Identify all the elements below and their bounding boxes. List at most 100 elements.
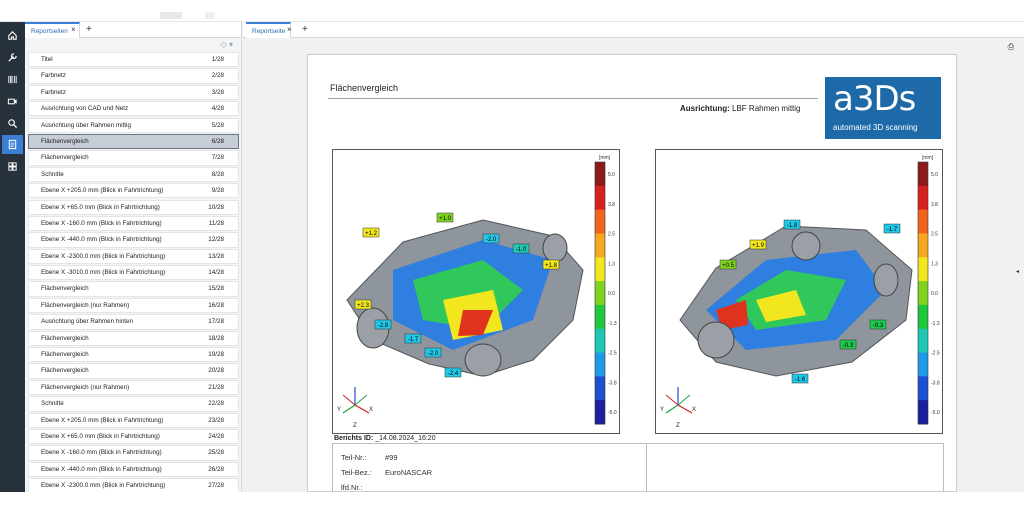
page-list-item[interactable]: Flächenvergleich 7/28 xyxy=(28,150,239,166)
colorbar-segment xyxy=(918,328,928,354)
camera-icon[interactable] xyxy=(2,92,23,111)
page-list-item[interactable]: Flächenvergleich 6/28 xyxy=(28,133,239,150)
report-id-value: _14.08.2024_16:20 xyxy=(375,435,436,442)
page-list-item[interactable]: Flächenvergleich 15/28 xyxy=(28,281,239,297)
page-list-item[interactable]: Ebene X +205.0 mm (Blick in Fahrtrichtun… xyxy=(28,412,239,428)
car-model xyxy=(346,219,584,377)
page-label: Ebene X -3010.0 mm (Blick in Fahrtrichtu… xyxy=(41,269,166,277)
page-list-item[interactable]: Ebene X -3010.0 mm (Blick in Fahrtrichtu… xyxy=(28,265,239,281)
deviation-label: -1.6 xyxy=(795,377,806,383)
page-label: Farbnetz xyxy=(41,88,66,96)
deviation-label: +1.8 xyxy=(545,263,558,269)
logo-tagline: automated 3D scanning xyxy=(833,123,918,132)
page-label: Flächenvergleich (nur Rahmen) xyxy=(41,383,130,391)
part-number-label: Teil-Nr.: xyxy=(341,453,367,462)
colorbar-tick: 0.0 xyxy=(931,291,938,297)
page-list-item[interactable]: Ebene X -440.0 mm (Blick in Fahrtrichtun… xyxy=(28,232,239,248)
tag-filter-icon[interactable]: ◇ ▾ xyxy=(221,40,233,49)
colorbar-segment xyxy=(595,281,605,306)
page-list-item[interactable]: Ebene X -2300.0 mm (Blick in Fahrtrichtu… xyxy=(28,478,239,492)
colorbar-segment xyxy=(918,376,928,401)
page-number: 1/28 xyxy=(211,56,224,63)
toolbar-indicator xyxy=(205,12,215,19)
page-label: Ebene X +65.0 mm (Blick in Fahrtrichtung… xyxy=(41,432,160,440)
page-list-item[interactable]: Ebene X +65.0 mm (Blick in Fahrtrichtung… xyxy=(28,199,239,215)
colorbar-tick: 5.0 xyxy=(931,172,938,178)
page-list-item[interactable]: Flächenvergleich 20/28 xyxy=(28,363,239,379)
page-label: Schnitte xyxy=(41,400,64,408)
colorbar-segment xyxy=(595,162,605,187)
print-icon[interactable]: ⎙ xyxy=(1008,42,1014,52)
page-label: Flächenvergleich xyxy=(41,285,89,293)
colorbar-tick: 2.5 xyxy=(608,232,615,238)
add-tab-icon[interactable]: + xyxy=(86,24,92,36)
page-list-item[interactable]: Flächenvergleich 19/28 xyxy=(28,347,239,363)
page-label: Ebene X -160.0 mm (Blick in Fahrtrichtun… xyxy=(41,449,162,457)
page-list-item[interactable]: Flächenvergleich 18/28 xyxy=(28,330,239,346)
colorbar-segment xyxy=(595,376,605,401)
page-list-item[interactable]: Ausrichtung über Rahmen hinten 17/28 xyxy=(28,314,239,330)
colorbar-tick: -3.8 xyxy=(931,380,940,386)
colorbar-tick: 3.8 xyxy=(931,202,938,208)
page-number: 24/28 xyxy=(208,432,224,440)
page-list-item[interactable]: Flächenvergleich (nur Rahmen) 21/28 xyxy=(28,379,239,396)
page-list-item[interactable]: Ebene X -440.0 mm (Blick in Fahrtrichtun… xyxy=(28,461,239,478)
page-label: Flächenvergleich xyxy=(41,351,89,359)
part-name-value: EuroNASCAR xyxy=(385,468,433,477)
wrench-icon[interactable] xyxy=(2,48,23,67)
page-label: Ausrichtung von CAD und Netz xyxy=(41,105,129,113)
page-number: 12/28 xyxy=(208,236,224,244)
part-name-label: Teil-Bez.: xyxy=(341,468,372,477)
page-list-item[interactable]: Ausrichtung über Rahmen mittig 5/28 xyxy=(28,117,239,133)
page-list-item[interactable]: Schnitte 8/28 xyxy=(28,166,239,183)
colorbar-tick: 0.0 xyxy=(608,291,615,297)
grid-icon[interactable] xyxy=(2,157,23,176)
page-list-item[interactable]: Farbnetz 2/28 xyxy=(28,68,239,84)
barcode-icon[interactable] xyxy=(2,70,23,89)
report-icon[interactable] xyxy=(2,135,23,154)
page-list-item[interactable]: Ebene X -2300.0 mm (Blick in Fahrtrichtu… xyxy=(28,248,239,264)
page-label: Ebene X +205.0 mm (Blick in Fahrtrichtun… xyxy=(41,187,164,195)
page-number: 16/28 xyxy=(208,301,224,309)
page-number: 21/28 xyxy=(208,383,224,391)
page-number: 10/28 xyxy=(208,203,224,211)
page-number: 4/28 xyxy=(211,105,224,113)
colorbar-segment xyxy=(918,257,928,282)
close-icon[interactable]: × xyxy=(287,25,292,35)
page-number: 23/28 xyxy=(208,416,224,424)
tab-reportseite[interactable]: Reportseite xyxy=(246,22,291,38)
add-tab-icon[interactable]: + xyxy=(302,24,308,36)
deviation-label: -1.8 xyxy=(787,223,798,229)
colorbar-segment xyxy=(918,400,928,425)
deviation-label: -2.4 xyxy=(448,371,459,377)
report-pages-panel: Reportseiten × + ◇ ▾ Titel 1/28 Farbnetz 2/… xyxy=(25,22,242,492)
page-number: 27/28 xyxy=(208,482,224,490)
part-number-row: Teil-Nr.: #99 xyxy=(341,453,398,462)
colorbar-unit: [mm] xyxy=(922,155,934,161)
page-list-item[interactable]: Ebene X -160.0 mm (Blick in Fahrtrichtun… xyxy=(28,445,239,461)
page-list-item[interactable]: Schnitte 22/28 xyxy=(28,396,239,412)
page-list-item[interactable]: Ebene X +65.0 mm (Blick in Fahrtrichtung… xyxy=(28,428,239,445)
colorbar-tick: -2.5 xyxy=(608,351,617,357)
colorbar-tick: -1.3 xyxy=(608,321,617,327)
page-list-item[interactable]: Ebene X +205.0 mm (Blick in Fahrtrichtun… xyxy=(28,183,239,199)
expand-arrow-icon[interactable]: ◂ xyxy=(1016,268,1019,275)
page-list-item[interactable]: Flächenvergleich (nur Rahmen) 16/28 xyxy=(28,297,239,314)
page-label: Ebene X -2300.0 mm (Blick in Fahrtrichtu… xyxy=(41,482,166,490)
page-list-item[interactable]: Farbnetz 3/28 xyxy=(28,84,239,101)
axis-x-label: X xyxy=(692,407,696,413)
page-list-item[interactable]: Ebene X -160.0 mm (Blick in Fahrtrichtun… xyxy=(28,215,239,232)
colorbar-segment xyxy=(595,328,605,354)
page-number: 17/28 xyxy=(208,318,224,326)
page-label: Ausrichtung über Rahmen mittig xyxy=(41,121,131,129)
page-list-item[interactable]: Titel 1/28 xyxy=(28,52,239,68)
home-icon[interactable] xyxy=(2,26,23,45)
page-list-item[interactable]: Ausrichtung von CAD und Netz 4/28 xyxy=(28,101,239,117)
search-icon[interactable] xyxy=(2,114,23,133)
colorbar-segment xyxy=(595,304,605,330)
part-number-value: #99 xyxy=(385,453,398,462)
page-label: Ausrichtung über Rahmen hinten xyxy=(41,318,134,326)
page-label: Farbnetz xyxy=(41,72,66,80)
close-icon[interactable]: × xyxy=(71,25,76,35)
page-number: 3/28 xyxy=(211,88,224,96)
